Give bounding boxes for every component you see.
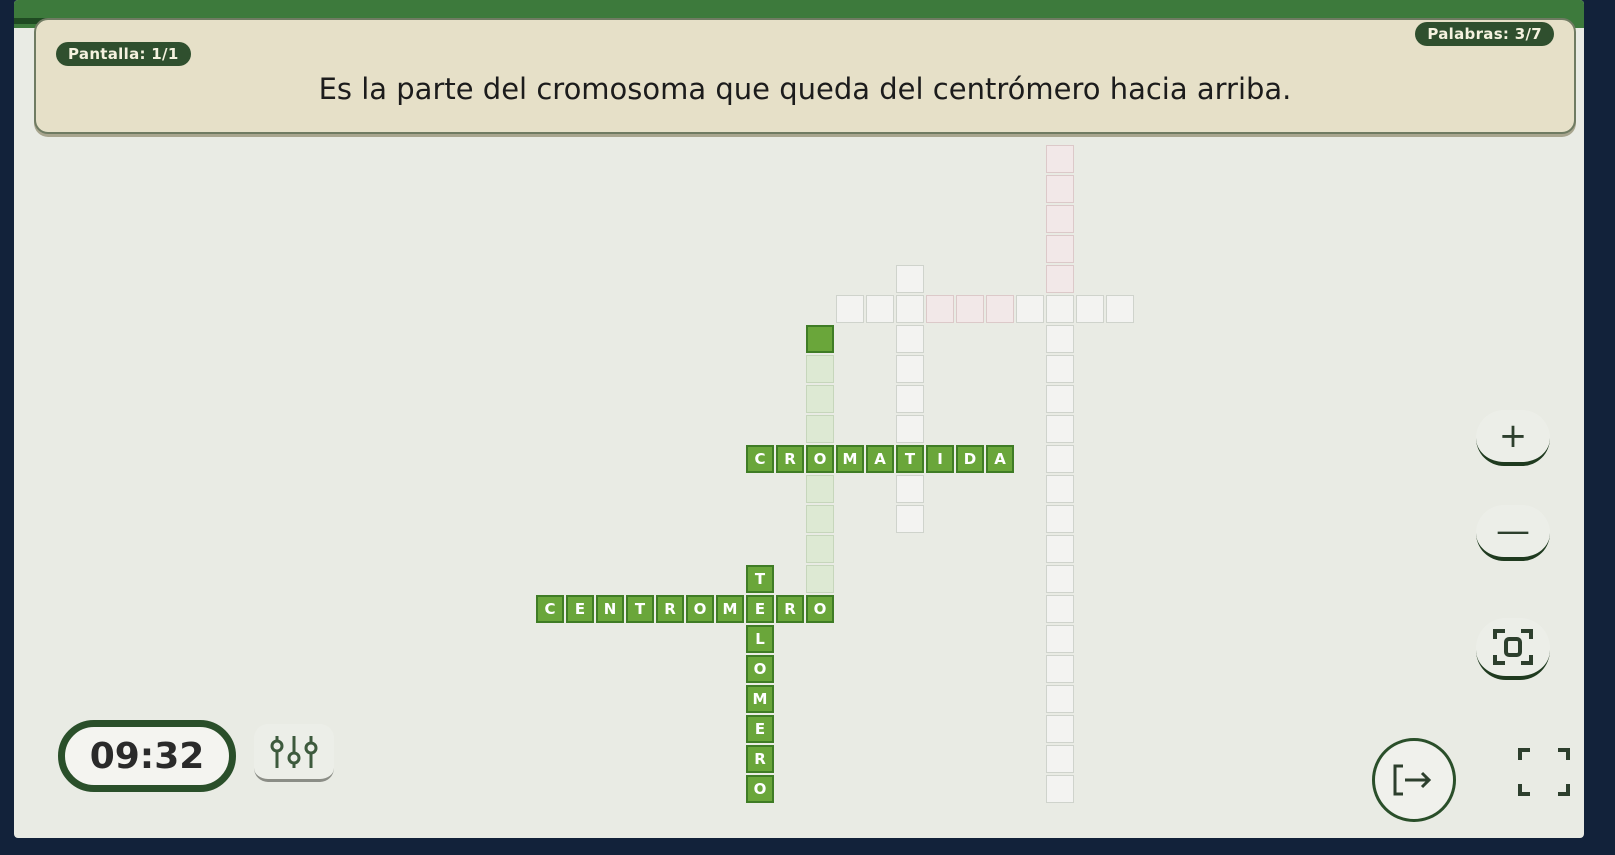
- crossword-cell-empty[interactable]: [896, 295, 924, 323]
- crossword-cell-empty[interactable]: [1046, 505, 1074, 533]
- crossword-cell-filled[interactable]: M: [746, 685, 774, 713]
- settings-button[interactable]: [254, 724, 334, 782]
- crossword-cell-empty[interactable]: [806, 535, 834, 563]
- crossword-cell-filled[interactable]: E: [746, 715, 774, 743]
- crossword-cell-empty[interactable]: [1046, 475, 1074, 503]
- game-screen: Pantalla: 1/1 Palabras: 3/7 Es la parte …: [14, 0, 1584, 838]
- crossword-cell-filled[interactable]: C: [746, 445, 774, 473]
- crossword-cell-empty[interactable]: [1046, 415, 1074, 443]
- exit-button[interactable]: [1372, 738, 1456, 822]
- crossword-cell-filled[interactable]: E: [566, 595, 594, 623]
- crossword-cell-filled[interactable]: E: [746, 595, 774, 623]
- crossword-board: CROMATIDACENTROMEROTLOMERO: [14, 0, 1584, 838]
- crossword-cell-empty[interactable]: [1046, 325, 1074, 353]
- crossword-cell-filled[interactable]: T: [626, 595, 654, 623]
- crossword-cell-empty[interactable]: [1046, 175, 1074, 203]
- zoom-out-button[interactable]: —: [1476, 505, 1550, 561]
- crossword-cell-filled[interactable]: O: [806, 445, 834, 473]
- crossword-cell-empty[interactable]: [1046, 625, 1074, 653]
- recenter-icon: [1493, 629, 1533, 665]
- crossword-cell-active[interactable]: [806, 325, 834, 353]
- crossword-cell-empty[interactable]: [896, 265, 924, 293]
- crossword-cell-empty[interactable]: [1046, 265, 1074, 293]
- crossword-cell-empty[interactable]: [806, 565, 834, 593]
- plus-icon: +: [1498, 416, 1528, 456]
- crossword-cell-filled[interactable]: T: [746, 565, 774, 593]
- timer: 09:32: [58, 720, 236, 792]
- crossword-cell-empty[interactable]: [896, 325, 924, 353]
- crossword-cell-empty[interactable]: [986, 295, 1014, 323]
- fullscreen-icon: [1518, 748, 1570, 796]
- crossword-cell-filled[interactable]: D: [956, 445, 984, 473]
- recenter-button[interactable]: [1476, 618, 1550, 680]
- fullscreen-button[interactable]: [1512, 742, 1576, 802]
- crossword-cell-filled[interactable]: O: [686, 595, 714, 623]
- crossword-cell-empty[interactable]: [1046, 385, 1074, 413]
- crossword-cell-empty[interactable]: [836, 295, 864, 323]
- crossword-cell-empty[interactable]: [1106, 295, 1134, 323]
- crossword-cell-empty[interactable]: [806, 505, 834, 533]
- crossword-cell-empty[interactable]: [1046, 355, 1074, 383]
- crossword-cell-empty[interactable]: [1046, 205, 1074, 233]
- sliders-icon: [270, 735, 318, 768]
- crossword-cell-empty[interactable]: [1046, 145, 1074, 173]
- crossword-cell-empty[interactable]: [896, 475, 924, 503]
- crossword-cell-empty[interactable]: [1046, 235, 1074, 263]
- crossword-cell-filled[interactable]: A: [866, 445, 894, 473]
- crossword-cell-filled[interactable]: R: [656, 595, 684, 623]
- crossword-cell-filled[interactable]: O: [746, 655, 774, 683]
- crossword-cell-filled[interactable]: N: [596, 595, 624, 623]
- crossword-cell-empty[interactable]: [1046, 535, 1074, 563]
- crossword-cell-filled[interactable]: O: [746, 775, 774, 803]
- crossword-cell-filled[interactable]: L: [746, 625, 774, 653]
- crossword-cell-empty[interactable]: [1046, 445, 1074, 473]
- crossword-cell-filled[interactable]: R: [776, 445, 804, 473]
- timer-value: 09:32: [89, 735, 205, 777]
- crossword-cell-empty[interactable]: [896, 415, 924, 443]
- crossword-cell-empty[interactable]: [806, 475, 834, 503]
- crossword-cell-empty[interactable]: [806, 415, 834, 443]
- crossword-cell-filled[interactable]: I: [926, 445, 954, 473]
- crossword-cell-filled[interactable]: O: [806, 595, 834, 623]
- minus-icon: —: [1496, 511, 1530, 551]
- crossword-cell-empty[interactable]: [806, 385, 834, 413]
- crossword-cell-empty[interactable]: [1046, 655, 1074, 683]
- crossword-cell-empty[interactable]: [1046, 775, 1074, 803]
- crossword-cell-empty[interactable]: [1076, 295, 1104, 323]
- crossword-cell-filled[interactable]: M: [836, 445, 864, 473]
- crossword-cell-empty[interactable]: [1046, 295, 1074, 323]
- crossword-cell-empty[interactable]: [866, 295, 894, 323]
- crossword-cell-empty[interactable]: [896, 355, 924, 383]
- crossword-cell-empty[interactable]: [1046, 715, 1074, 743]
- crossword-cell-empty[interactable]: [1046, 685, 1074, 713]
- crossword-cell-filled[interactable]: C: [536, 595, 564, 623]
- crossword-cell-filled[interactable]: R: [776, 595, 804, 623]
- crossword-cell-filled[interactable]: T: [896, 445, 924, 473]
- crossword-cell-empty[interactable]: [956, 295, 984, 323]
- crossword-cell-empty[interactable]: [1046, 565, 1074, 593]
- crossword-cell-empty[interactable]: [1046, 745, 1074, 773]
- crossword-cell-empty[interactable]: [806, 355, 834, 383]
- zoom-in-button[interactable]: +: [1476, 410, 1550, 466]
- crossword-cell-empty[interactable]: [1046, 595, 1074, 623]
- crossword-cell-empty[interactable]: [1016, 295, 1044, 323]
- crossword-cell-empty[interactable]: [896, 385, 924, 413]
- crossword-cell-empty[interactable]: [896, 505, 924, 533]
- crossword-cell-filled[interactable]: R: [746, 745, 774, 773]
- exit-icon: [1393, 764, 1432, 796]
- crossword-cell-filled[interactable]: M: [716, 595, 744, 623]
- crossword-cell-filled[interactable]: A: [986, 445, 1014, 473]
- crossword-cell-empty[interactable]: [926, 295, 954, 323]
